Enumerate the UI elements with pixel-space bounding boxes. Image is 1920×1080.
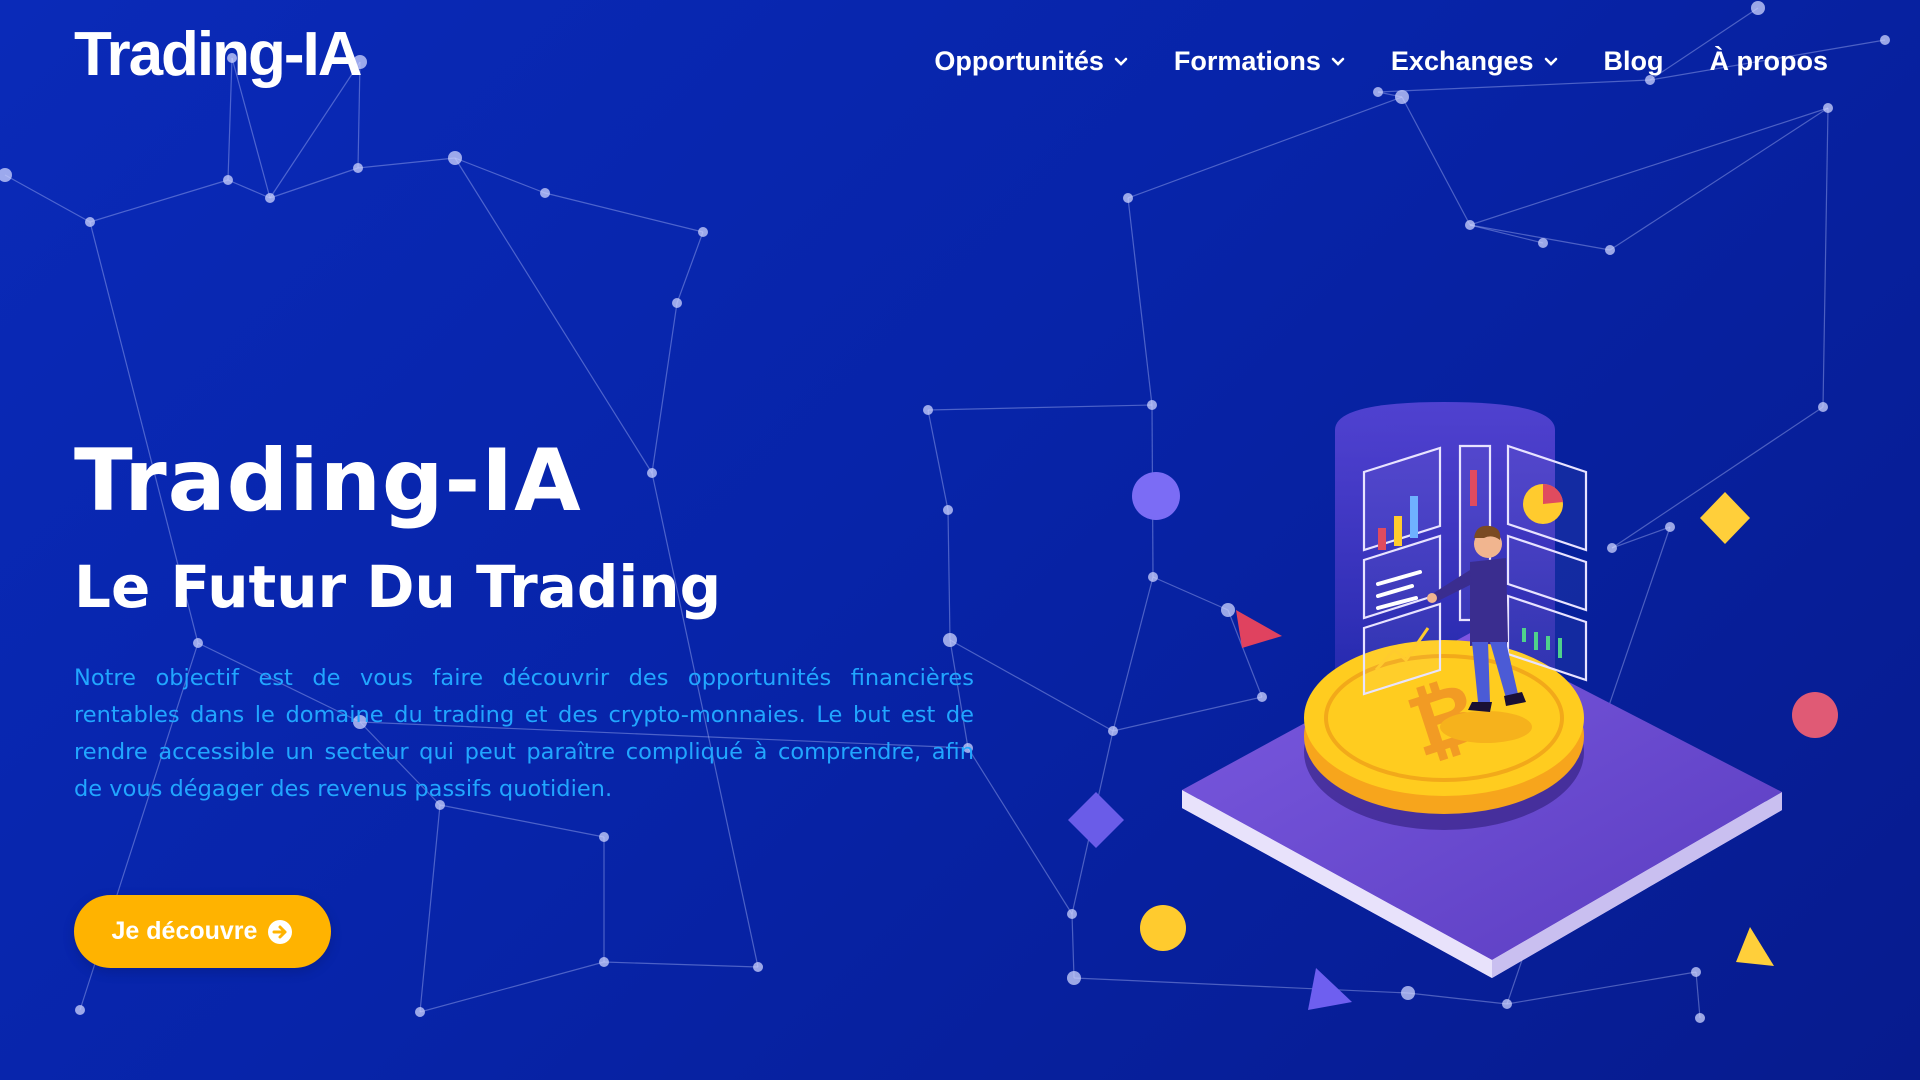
- network-line: [676, 231, 704, 304]
- network-line: [947, 509, 951, 641]
- network-line: [439, 804, 605, 838]
- violet-triangle-shape: [1308, 968, 1352, 1010]
- network-line: [544, 192, 704, 233]
- network-node: [265, 193, 275, 203]
- network-node: [923, 405, 933, 415]
- crypto-trading-illustration: ₿: [1068, 402, 1838, 1010]
- network-node: [1373, 87, 1383, 97]
- network-node: [1538, 238, 1548, 248]
- network-line: [927, 409, 949, 511]
- blue-diamond-shape: [1068, 792, 1124, 848]
- network-node: [943, 633, 957, 647]
- network-line: [1377, 79, 1651, 93]
- network-line: [1609, 107, 1829, 251]
- network-line: [419, 804, 441, 1013]
- network-line: [4, 174, 91, 223]
- chevron-down-icon: [1114, 57, 1128, 66]
- network-node: [599, 832, 609, 842]
- network-node: [753, 962, 763, 972]
- nav-label: Blog: [1603, 46, 1664, 76]
- nav-label: Opportunités: [934, 46, 1104, 76]
- network-line: [227, 179, 271, 199]
- network-line: [1469, 224, 1611, 251]
- chevron-down-icon: [1331, 57, 1345, 66]
- network-line: [1469, 107, 1829, 226]
- network-node: [85, 217, 95, 227]
- network-node: [943, 505, 953, 515]
- network-node: [1880, 35, 1890, 45]
- network-line: [89, 179, 229, 223]
- nav-item-blog[interactable]: Blog: [1604, 46, 1664, 77]
- hero-subtitle: Le Futur Du Trading: [74, 553, 722, 621]
- arrow-circle-right-icon: [268, 919, 293, 944]
- yellow-triangle-shape: [1736, 927, 1774, 966]
- network-line: [967, 747, 1073, 915]
- network-line: [1127, 197, 1153, 406]
- network-line: [1469, 224, 1544, 244]
- nav-label: Exchanges: [1390, 46, 1534, 76]
- network-node: [223, 175, 233, 185]
- network-node: [193, 638, 203, 648]
- network-line: [269, 167, 359, 199]
- nav-item-formations[interactable]: Formations: [1174, 46, 1345, 77]
- network-node: [75, 1005, 85, 1015]
- network-line: [1401, 96, 1471, 226]
- network-node: [1823, 103, 1833, 113]
- network-node: [540, 188, 550, 198]
- network-node: [672, 298, 682, 308]
- network-node: [647, 468, 657, 478]
- yellow-diamond-shape: [1700, 492, 1750, 544]
- main-nav: Opportunités Formations Exchanges Blog À…: [934, 46, 1828, 77]
- site-logo[interactable]: Trading-IA: [74, 24, 363, 86]
- red-triangle-shape: [1236, 610, 1282, 648]
- network-line: [603, 961, 759, 968]
- discover-button-label: Je découvre: [111, 917, 258, 945]
- network-line: [454, 157, 653, 474]
- nav-item-exchanges[interactable]: Exchanges: [1391, 46, 1558, 77]
- network-line: [357, 157, 456, 169]
- hero-description: Notre objectif est de vous faire découvr…: [74, 665, 974, 802]
- nav-item-opportunites[interactable]: Opportunités: [934, 46, 1128, 77]
- network-node: [1605, 245, 1615, 255]
- purple-circle-shape: [1132, 472, 1180, 520]
- nav-item-a-propos[interactable]: À propos: [1710, 46, 1829, 77]
- network-node: [599, 957, 609, 967]
- discover-button[interactable]: Je découvre: [74, 895, 331, 968]
- network-line: [1822, 107, 1829, 408]
- network-line: [454, 157, 546, 194]
- network-node: [448, 151, 462, 165]
- yellow-circle-shape: [1140, 905, 1186, 951]
- network-node: [353, 163, 363, 173]
- chevron-down-icon: [1544, 57, 1557, 66]
- nav-label: Formations: [1173, 46, 1321, 76]
- red-circle-shape: [1792, 692, 1838, 738]
- network-node: [415, 1007, 425, 1017]
- network-node: [1465, 220, 1475, 230]
- network-line: [1127, 96, 1403, 199]
- network-line: [419, 961, 605, 1013]
- hero-title: Trading-IA: [74, 431, 582, 531]
- nav-label: À propos: [1709, 46, 1829, 76]
- network-node: [1395, 90, 1409, 104]
- network-node: [1751, 1, 1765, 15]
- network-line: [1377, 91, 1403, 98]
- network-line: [651, 302, 678, 474]
- network-node: [0, 168, 12, 182]
- network-node: [698, 227, 708, 237]
- network-node: [1123, 193, 1133, 203]
